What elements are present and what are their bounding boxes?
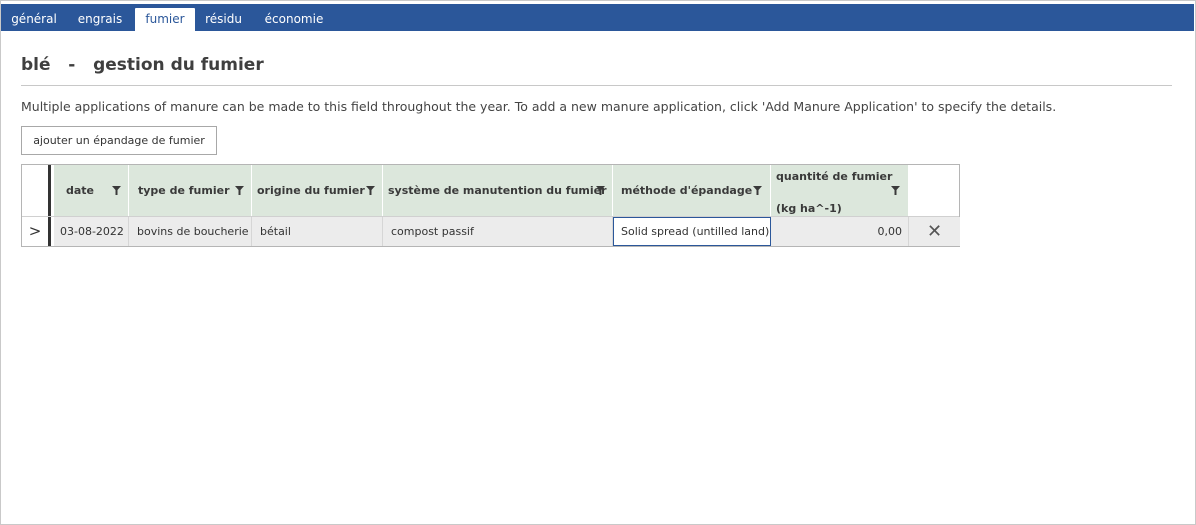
cell-method[interactable]: Solid spread (untilled land) xyxy=(613,217,771,246)
filter-icon[interactable] xyxy=(366,186,375,195)
column-header-type: type de fumier xyxy=(129,165,252,216)
column-unit-quantity: (kg ha^-1) xyxy=(776,202,842,215)
page-title: blé - gestion du fumier xyxy=(21,55,264,75)
cell-date[interactable]: 03-08-2022 xyxy=(54,217,129,246)
filter-icon[interactable] xyxy=(891,186,900,195)
row-expander-header xyxy=(22,165,51,216)
cell-system[interactable]: compost passif xyxy=(383,217,613,246)
column-header-system: système de manutention du fumier xyxy=(383,165,613,216)
cell-origin[interactable]: bétail xyxy=(252,217,383,246)
tab-bar: général engrais fumier résidu économie xyxy=(1,4,1194,31)
tab-general[interactable]: général xyxy=(4,8,64,31)
tab-economie[interactable]: économie xyxy=(258,8,330,31)
chevron-right-icon[interactable]: > xyxy=(22,217,51,246)
column-header-method: méthode d'épandage xyxy=(613,165,771,216)
column-label-type: type de fumier xyxy=(138,184,230,197)
app-frame xyxy=(0,0,1196,525)
column-header-actions xyxy=(909,165,959,216)
column-header-date: date xyxy=(54,165,129,216)
filter-icon[interactable] xyxy=(753,186,762,195)
column-label-method: méthode d'épandage xyxy=(621,184,753,197)
column-label-quantity: quantité de fumier xyxy=(776,170,893,183)
column-label-date: date xyxy=(66,184,95,197)
table-row[interactable]: > 03-08-2022 bovins de boucherie bétail … xyxy=(22,216,960,246)
tab-fumier[interactable]: fumier xyxy=(135,8,195,31)
filter-icon[interactable] xyxy=(112,186,121,195)
page-description: Multiple applications of manure can be m… xyxy=(21,99,1057,114)
title-divider xyxy=(21,85,1172,86)
cell-quantity[interactable]: 0,00 xyxy=(771,217,909,246)
column-header-origin: origine du fumier xyxy=(252,165,383,216)
manure-applications-table: date type de fumier origine du fumier sy… xyxy=(21,164,960,247)
close-icon[interactable]: ✕ xyxy=(909,217,960,246)
column-label-system: système de manutention du fumier xyxy=(388,184,607,197)
cell-type[interactable]: bovins de boucherie xyxy=(129,217,252,246)
add-manure-application-button[interactable]: ajouter un épandage de fumier xyxy=(21,126,217,155)
tab-engrais[interactable]: engrais xyxy=(71,8,129,31)
column-label-origin: origine du fumier xyxy=(257,184,365,197)
filter-icon[interactable] xyxy=(235,186,244,195)
column-header-quantity: quantité de fumier (kg ha^-1) xyxy=(771,165,909,216)
filter-icon[interactable] xyxy=(596,186,605,195)
tab-residu[interactable]: résidu xyxy=(200,8,247,31)
